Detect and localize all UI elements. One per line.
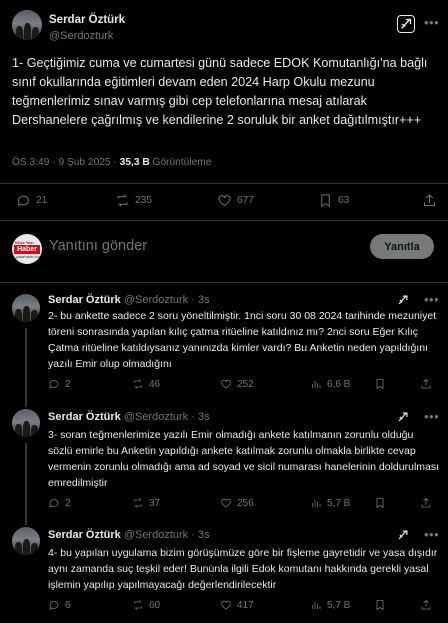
more-icon[interactable]: ••• bbox=[424, 15, 439, 30]
reply-author-name[interactable]: Serdar Öztürk bbox=[48, 529, 121, 541]
views-label: Görüntüleme bbox=[152, 157, 212, 168]
bookmark-button[interactable] bbox=[374, 497, 386, 509]
reply-icon bbox=[49, 499, 59, 508]
views-icon bbox=[312, 602, 321, 609]
reply-actions: 6 60 417 5,7 B bbox=[0, 599, 448, 617]
thread-line bbox=[25, 397, 27, 407]
reply-actions: 2 46 252 6,6 B bbox=[0, 378, 448, 396]
repost-icon bbox=[134, 379, 142, 389]
share-icon bbox=[424, 194, 435, 206]
repost-button[interactable]: 235 bbox=[115, 193, 152, 208]
views-count: 35,3 B bbox=[119, 157, 150, 168]
reply-age[interactable]: 3s bbox=[198, 294, 210, 306]
tweet-text: 1- Geçtiğimiz cuma ve cumartesi günü sad… bbox=[12, 56, 428, 127]
share-button[interactable] bbox=[422, 193, 437, 208]
reply-actions: 2 37 256 5,7 B bbox=[0, 497, 448, 515]
bookmark-button[interactable]: 63 bbox=[318, 193, 349, 208]
thread-line bbox=[25, 515, 27, 525]
repost-icon bbox=[117, 194, 128, 207]
reply-icon bbox=[49, 601, 59, 610]
logo-text-bottom: yazarhaber.com bbox=[16, 255, 41, 259]
reply-button[interactable]: 2 bbox=[48, 497, 71, 509]
share-button[interactable] bbox=[420, 599, 432, 611]
tweet-date[interactable]: 9 Şub 2025 bbox=[58, 157, 110, 168]
more-icon[interactable]: ••• bbox=[424, 292, 439, 307]
reply-author-name[interactable]: Serdar Öztürk bbox=[48, 294, 121, 306]
reply-submit-button[interactable]: Yanıtla bbox=[370, 234, 434, 259]
like-button[interactable]: 252 bbox=[220, 378, 254, 390]
reply-text: 3- soran teğmenlerimize yazılı Emir olma… bbox=[48, 429, 440, 489]
logo-text-mid: Haber bbox=[14, 245, 40, 254]
heart-icon bbox=[218, 195, 231, 207]
reply-age[interactable]: 3s bbox=[198, 529, 210, 541]
heart-icon bbox=[221, 498, 231, 508]
views-icon bbox=[312, 500, 321, 507]
reply-author-handle[interactable]: @Serdozturk bbox=[124, 411, 188, 423]
reply-header: Serdar Öztürk @Serdozturk · 3s bbox=[48, 294, 210, 306]
thread-reply[interactable]: Serdar Öztürk @Serdozturk · 3s ••• 3- so… bbox=[0, 397, 448, 515]
views-button[interactable]: 6,6 B bbox=[310, 378, 350, 390]
share-icon bbox=[421, 599, 431, 610]
tweet-time[interactable]: ÖS 3:49 bbox=[12, 157, 49, 168]
thread-reply[interactable]: Serdar Öztürk @Serdozturk · 3s ••• 2- bu… bbox=[0, 282, 448, 397]
divider bbox=[0, 220, 448, 221]
grok-icon[interactable] bbox=[396, 293, 410, 307]
reply-age[interactable]: 3s bbox=[198, 411, 210, 423]
reply-button[interactable]: 6 bbox=[48, 599, 71, 611]
bookmark-icon bbox=[376, 379, 384, 390]
views-button[interactable]: 5,7 B bbox=[310, 599, 350, 611]
share-button[interactable] bbox=[420, 497, 432, 509]
reply-icon bbox=[49, 380, 59, 389]
reply-button[interactable]: 2 bbox=[48, 378, 71, 390]
more-icon[interactable]: ••• bbox=[424, 409, 439, 424]
tweet-meta: ÖS 3:49 · 9 Şub 2025 · 35,3 B Görüntülem… bbox=[12, 157, 212, 168]
grok-icon[interactable] bbox=[397, 15, 415, 33]
reply-author-handle[interactable]: @Serdozturk bbox=[124, 529, 188, 541]
reply-avatar[interactable] bbox=[12, 294, 40, 322]
heart-icon bbox=[221, 600, 231, 610]
author-name[interactable]: Serdar Öztürk bbox=[49, 14, 125, 26]
bookmark-icon bbox=[376, 600, 384, 611]
tweet-actions: 21 235 677 63 bbox=[0, 193, 448, 211]
reply-header: Serdar Öztürk @Serdozturk · 3s bbox=[48, 411, 210, 423]
reply-icon bbox=[17, 195, 29, 207]
reply-input[interactable]: Yanıtını gönder bbox=[49, 238, 147, 254]
reply-avatar[interactable] bbox=[12, 527, 40, 555]
grok-icon[interactable] bbox=[396, 528, 410, 542]
share-button[interactable] bbox=[420, 378, 432, 390]
repost-button[interactable]: 60 bbox=[132, 599, 160, 611]
reply-text: 2- bu ankette sadece 2 soru yöneltilmişt… bbox=[48, 310, 437, 370]
views-button[interactable]: 5,7 B bbox=[310, 497, 350, 509]
share-icon bbox=[421, 497, 431, 508]
divider bbox=[0, 183, 448, 184]
current-user-avatar[interactable]: Köşe Yazı Haber yazarhaber.com bbox=[12, 234, 42, 264]
repost-button[interactable]: 46 bbox=[132, 378, 160, 390]
repost-button[interactable]: 37 bbox=[132, 497, 160, 509]
bookmark-button[interactable] bbox=[374, 599, 386, 611]
grok-icon[interactable] bbox=[396, 410, 410, 424]
share-icon bbox=[421, 378, 431, 389]
author-handle[interactable]: @Serdozturk bbox=[49, 30, 113, 42]
bookmark-icon bbox=[376, 498, 384, 509]
bookmark-button[interactable] bbox=[374, 378, 386, 390]
more-icon[interactable]: ••• bbox=[424, 527, 439, 542]
reply-button[interactable]: 21 bbox=[16, 193, 47, 208]
repost-icon bbox=[134, 600, 142, 610]
bookmark-icon bbox=[321, 194, 330, 208]
thread-reply[interactable]: Serdar Öztürk @Serdozturk · 3s ••• 4- bu… bbox=[0, 515, 448, 623]
reply-author-handle[interactable]: @Serdozturk bbox=[124, 294, 188, 306]
like-button[interactable]: 417 bbox=[220, 599, 254, 611]
reply-avatar[interactable] bbox=[12, 409, 40, 437]
author-avatar[interactable] bbox=[12, 10, 42, 40]
like-button[interactable]: 677 bbox=[217, 193, 254, 208]
heart-icon bbox=[221, 379, 231, 389]
reply-author-name[interactable]: Serdar Öztürk bbox=[48, 411, 121, 423]
reply-header: Serdar Öztürk @Serdozturk · 3s bbox=[48, 529, 210, 541]
reply-text: 4- bu yapılan uygulama bizim görüşümüze … bbox=[48, 547, 438, 591]
like-button[interactable]: 256 bbox=[220, 497, 254, 509]
views-icon bbox=[312, 381, 321, 388]
repost-icon bbox=[134, 498, 142, 508]
